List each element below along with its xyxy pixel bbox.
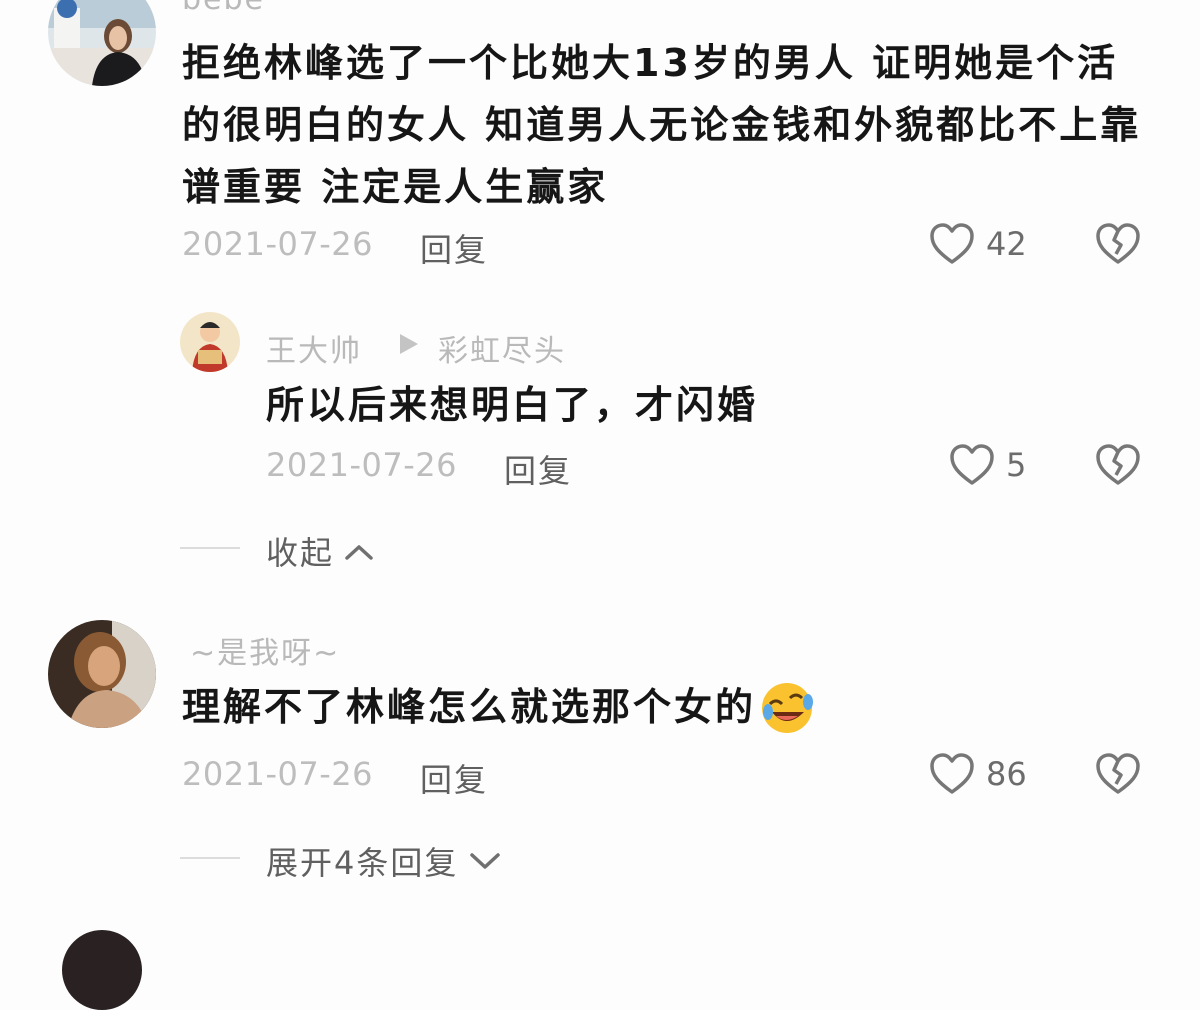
comment-date: 2021-07-26 <box>182 755 373 793</box>
divider <box>180 547 240 549</box>
avatar[interactable] <box>48 0 156 86</box>
reply-date: 2021-07-26 <box>266 446 457 484</box>
reply-text: 所以后来想明白了，才闪婚 <box>266 383 759 427</box>
like-count: 42 <box>986 225 1027 263</box>
expand-replies-button[interactable]: 展开4条回复 <box>266 838 502 884</box>
heart-outline-icon <box>928 753 976 802</box>
comment-text: 理解不了林峰怎么就选那个女的 <box>182 676 816 738</box>
chevron-up-icon <box>344 532 374 570</box>
collapse-label: 收起 <box>266 534 335 572</box>
dislike-button[interactable] <box>1094 750 1142 802</box>
reply-to-username[interactable]: 彩虹尽头 <box>438 326 566 370</box>
like-count: 5 <box>1006 446 1027 484</box>
expand-label: 展开4条回复 <box>266 844 459 882</box>
avatar[interactable] <box>180 312 240 372</box>
avatar[interactable] <box>62 930 142 1010</box>
heart-outline-icon <box>928 220 976 272</box>
avatar[interactable] <box>48 620 156 728</box>
play-arrow-icon <box>398 332 420 360</box>
reply-button[interactable]: 回复 <box>420 755 488 801</box>
like-button[interactable] <box>928 750 976 802</box>
dislike-button[interactable] <box>1094 220 1142 272</box>
divider <box>180 857 240 859</box>
comment-username[interactable]: bebe <box>182 0 265 17</box>
broken-heart-icon <box>1094 444 1142 493</box>
like-count: 86 <box>986 755 1027 793</box>
dislike-button[interactable] <box>1094 441 1142 493</box>
comment-date: 2021-07-26 <box>182 225 373 263</box>
chevron-down-icon <box>468 842 502 880</box>
reply-button[interactable]: 回复 <box>420 225 488 271</box>
heart-outline-icon <box>948 444 996 493</box>
like-button[interactable] <box>928 220 976 272</box>
broken-heart-icon <box>1094 223 1142 272</box>
comment-text-content: 理解不了林峰怎么就选那个女的 <box>182 685 757 729</box>
broken-heart-icon <box>1094 753 1142 802</box>
reply-button[interactable]: 回复 <box>504 446 572 492</box>
like-button[interactable] <box>948 441 996 493</box>
collapse-replies-button[interactable]: 收起 <box>266 528 374 574</box>
reply-username[interactable]: 王大帅 <box>266 326 362 370</box>
rolling-on-floor-laughing-emoji <box>758 678 816 736</box>
comment-username[interactable]: ~是我呀~ <box>190 628 340 672</box>
comment-text: 拒绝林峰选了一个比她大13岁的男人 证明她是个活的很明白的女人 知道男人无论金钱… <box>182 41 1142 209</box>
